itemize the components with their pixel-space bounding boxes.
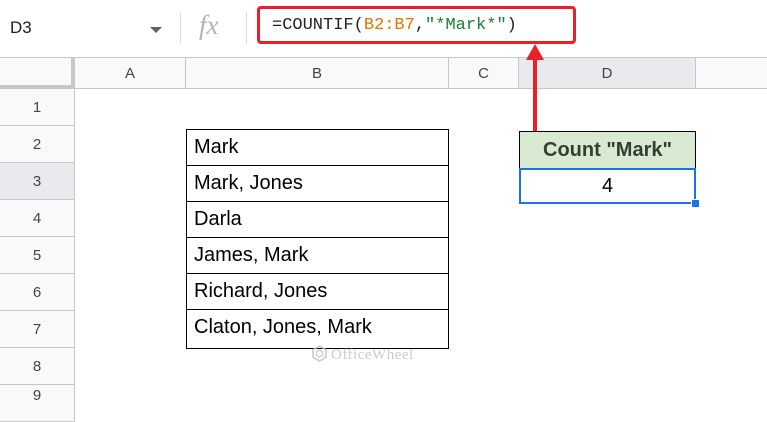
row-header-3[interactable]: 3: [0, 163, 75, 200]
formula-function: =COUNTIF(: [272, 16, 364, 35]
row-header-9[interactable]: 9: [0, 385, 75, 422]
select-all-corner[interactable]: [0, 58, 75, 89]
fx-icon: fx: [199, 10, 219, 40]
fill-handle[interactable]: [691, 199, 700, 208]
cell-d2-header[interactable]: Count "Mark": [519, 131, 696, 169]
formula-bar: D3 fx =COUNTIF(B2:B7,"*Mark*"): [0, 0, 767, 58]
cell-b2[interactable]: Mark: [186, 129, 449, 166]
cell-b5[interactable]: James, Mark: [186, 237, 449, 274]
row-header-4[interactable]: 4: [0, 200, 75, 237]
formula-separator: ,: [414, 16, 426, 35]
row-header-8[interactable]: 8: [0, 348, 75, 385]
name-box-value[interactable]: D3: [10, 18, 32, 38]
formula-close-paren: ): [506, 16, 517, 35]
row-header-5[interactable]: 5: [0, 237, 75, 274]
arrow-up-icon: [526, 44, 544, 60]
cell-b6[interactable]: Richard, Jones: [186, 273, 449, 310]
row-header-6[interactable]: 6: [0, 274, 75, 311]
column-header-e[interactable]: [696, 58, 767, 89]
cell-b7[interactable]: Claton, Jones, Mark: [186, 309, 449, 349]
cell-b4[interactable]: Darla: [186, 201, 449, 238]
toolbar-divider: [246, 12, 247, 44]
row-header-2[interactable]: 2: [0, 126, 75, 163]
column-header-d[interactable]: D: [519, 58, 696, 89]
cell-d3-result[interactable]: 4: [519, 168, 696, 204]
spreadsheet-grid[interactable]: A B C D 1 2 3 4 5 6 7 8 9 Mark Mark, Jon…: [0, 58, 767, 422]
column-header-a[interactable]: A: [75, 58, 186, 89]
officewheel-logo-icon: [312, 345, 327, 362]
annotation-arrow: [533, 58, 537, 131]
formula-criteria: "*Mark*": [425, 16, 507, 35]
watermark-text: OfficeWheel: [331, 347, 414, 363]
row-header-7[interactable]: 7: [0, 311, 75, 348]
chevron-down-icon[interactable]: [150, 27, 162, 33]
formula-text[interactable]: =COUNTIF(B2:B7,"*Mark*"): [272, 16, 517, 35]
cell-b3[interactable]: Mark, Jones: [186, 165, 449, 202]
column-header-c[interactable]: C: [449, 58, 519, 89]
row-header-1[interactable]: 1: [0, 89, 75, 126]
watermark: OfficeWheel: [312, 345, 414, 364]
column-header-b[interactable]: B: [186, 58, 449, 89]
name-box[interactable]: D3: [0, 10, 170, 46]
toolbar-divider: [180, 12, 181, 44]
formula-input[interactable]: =COUNTIF(B2:B7,"*Mark*"): [257, 6, 576, 44]
formula-range-ref: B2:B7: [363, 16, 415, 35]
